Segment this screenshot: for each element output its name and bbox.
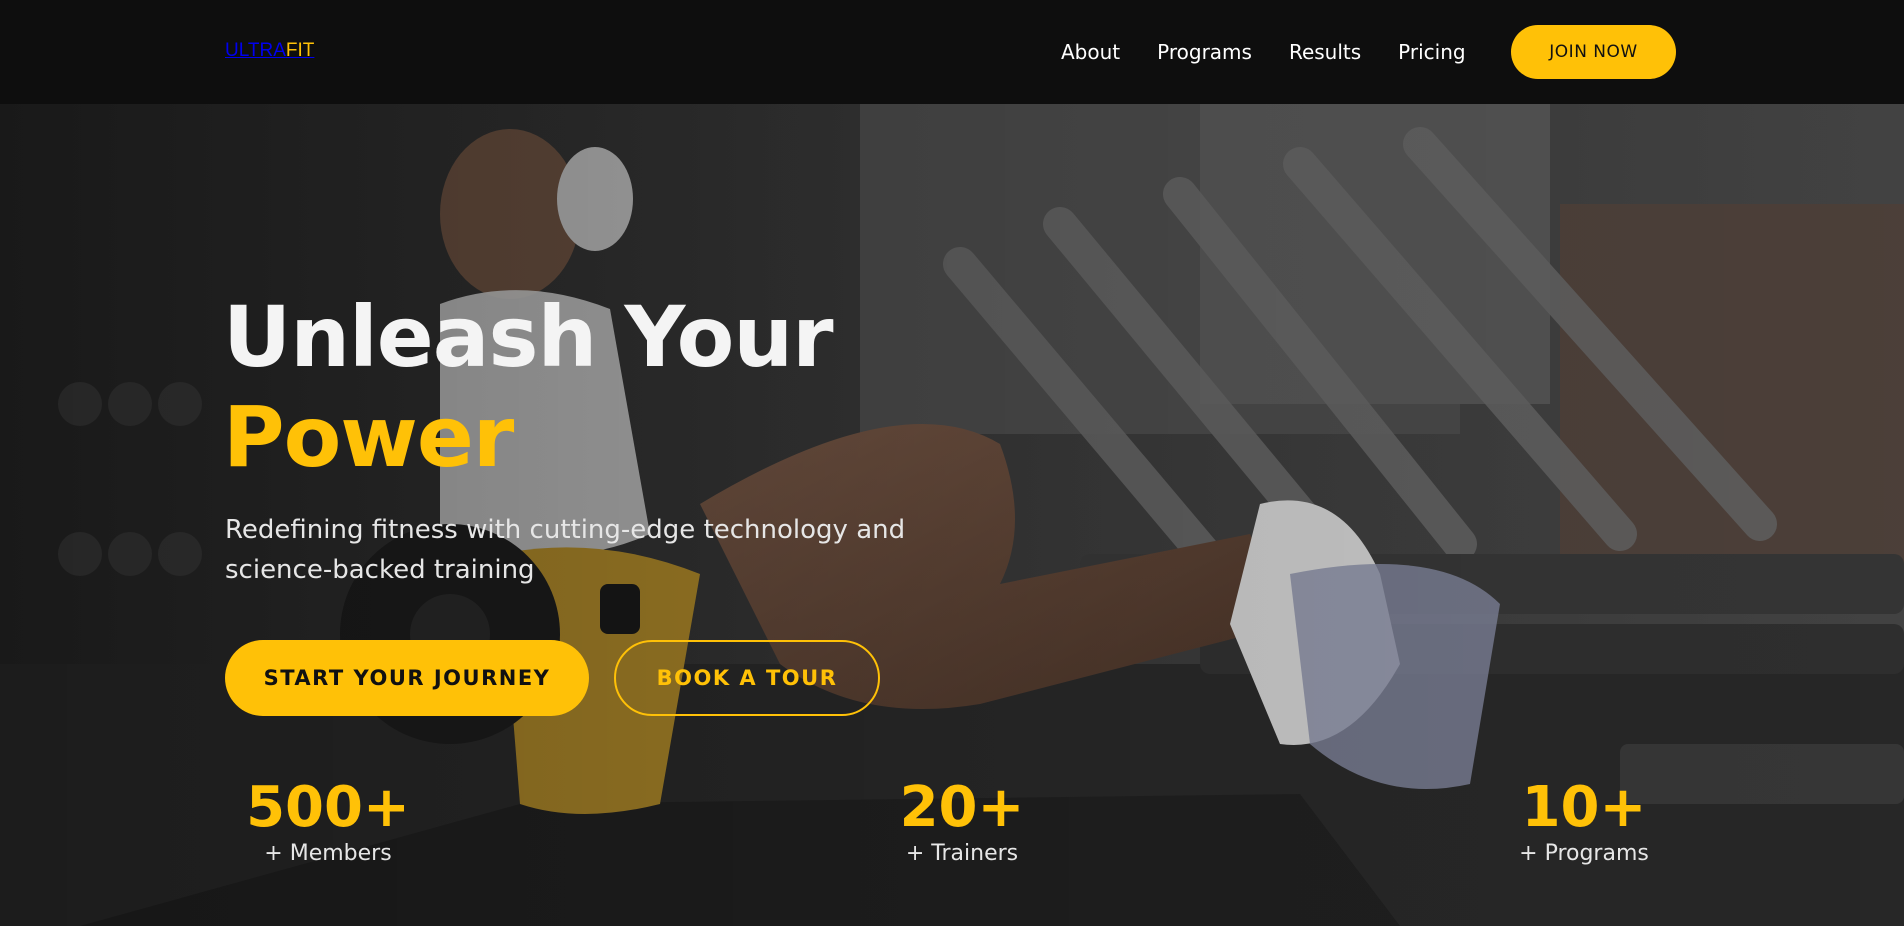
start-journey-button[interactable]: START YOUR JOURNEY [225,640,589,716]
stat-value: 10+ [1521,775,1647,840]
nav-results[interactable]: Results [1289,40,1361,64]
stat-value: 500+ [246,775,410,840]
stat-trainers: 20+ + Trainers [862,776,1062,868]
book-tour-button[interactable]: BOOK A TOUR [614,640,880,716]
hero-section: Unleash Your Power Redefining fitness wi… [0,104,1904,926]
logo-part-fit: FIT [285,40,315,61]
stat-members: 500+ + Members [228,776,428,868]
stat-programs: 10+ + Programs [1484,776,1684,868]
main-nav: About Programs Results Pricing [1061,40,1503,64]
join-now-button[interactable]: JOIN NOW [1511,25,1676,79]
stat-label: + Members [264,841,392,866]
headline-line-1: Unleash Your [223,288,834,386]
hero-tagline: Redefining fitness with cutting-edge tec… [225,515,906,585]
logo-part-ultra: ULTRA [225,40,286,61]
nav-about[interactable]: About [1061,40,1120,64]
site-header: ULTRAFIT About Programs Results Pricing … [0,0,1904,104]
stat-label: + Programs [1519,841,1649,866]
stat-label: + Trainers [905,841,1019,866]
nav-pricing[interactable]: Pricing [1398,40,1465,64]
stat-value: 20+ [899,775,1025,840]
logo-link[interactable]: ULTRAFIT [225,40,314,62]
nav-programs[interactable]: Programs [1157,40,1252,64]
headline-line-2: Power [223,388,514,486]
hero-headline: Unleash Your Power [223,287,834,487]
